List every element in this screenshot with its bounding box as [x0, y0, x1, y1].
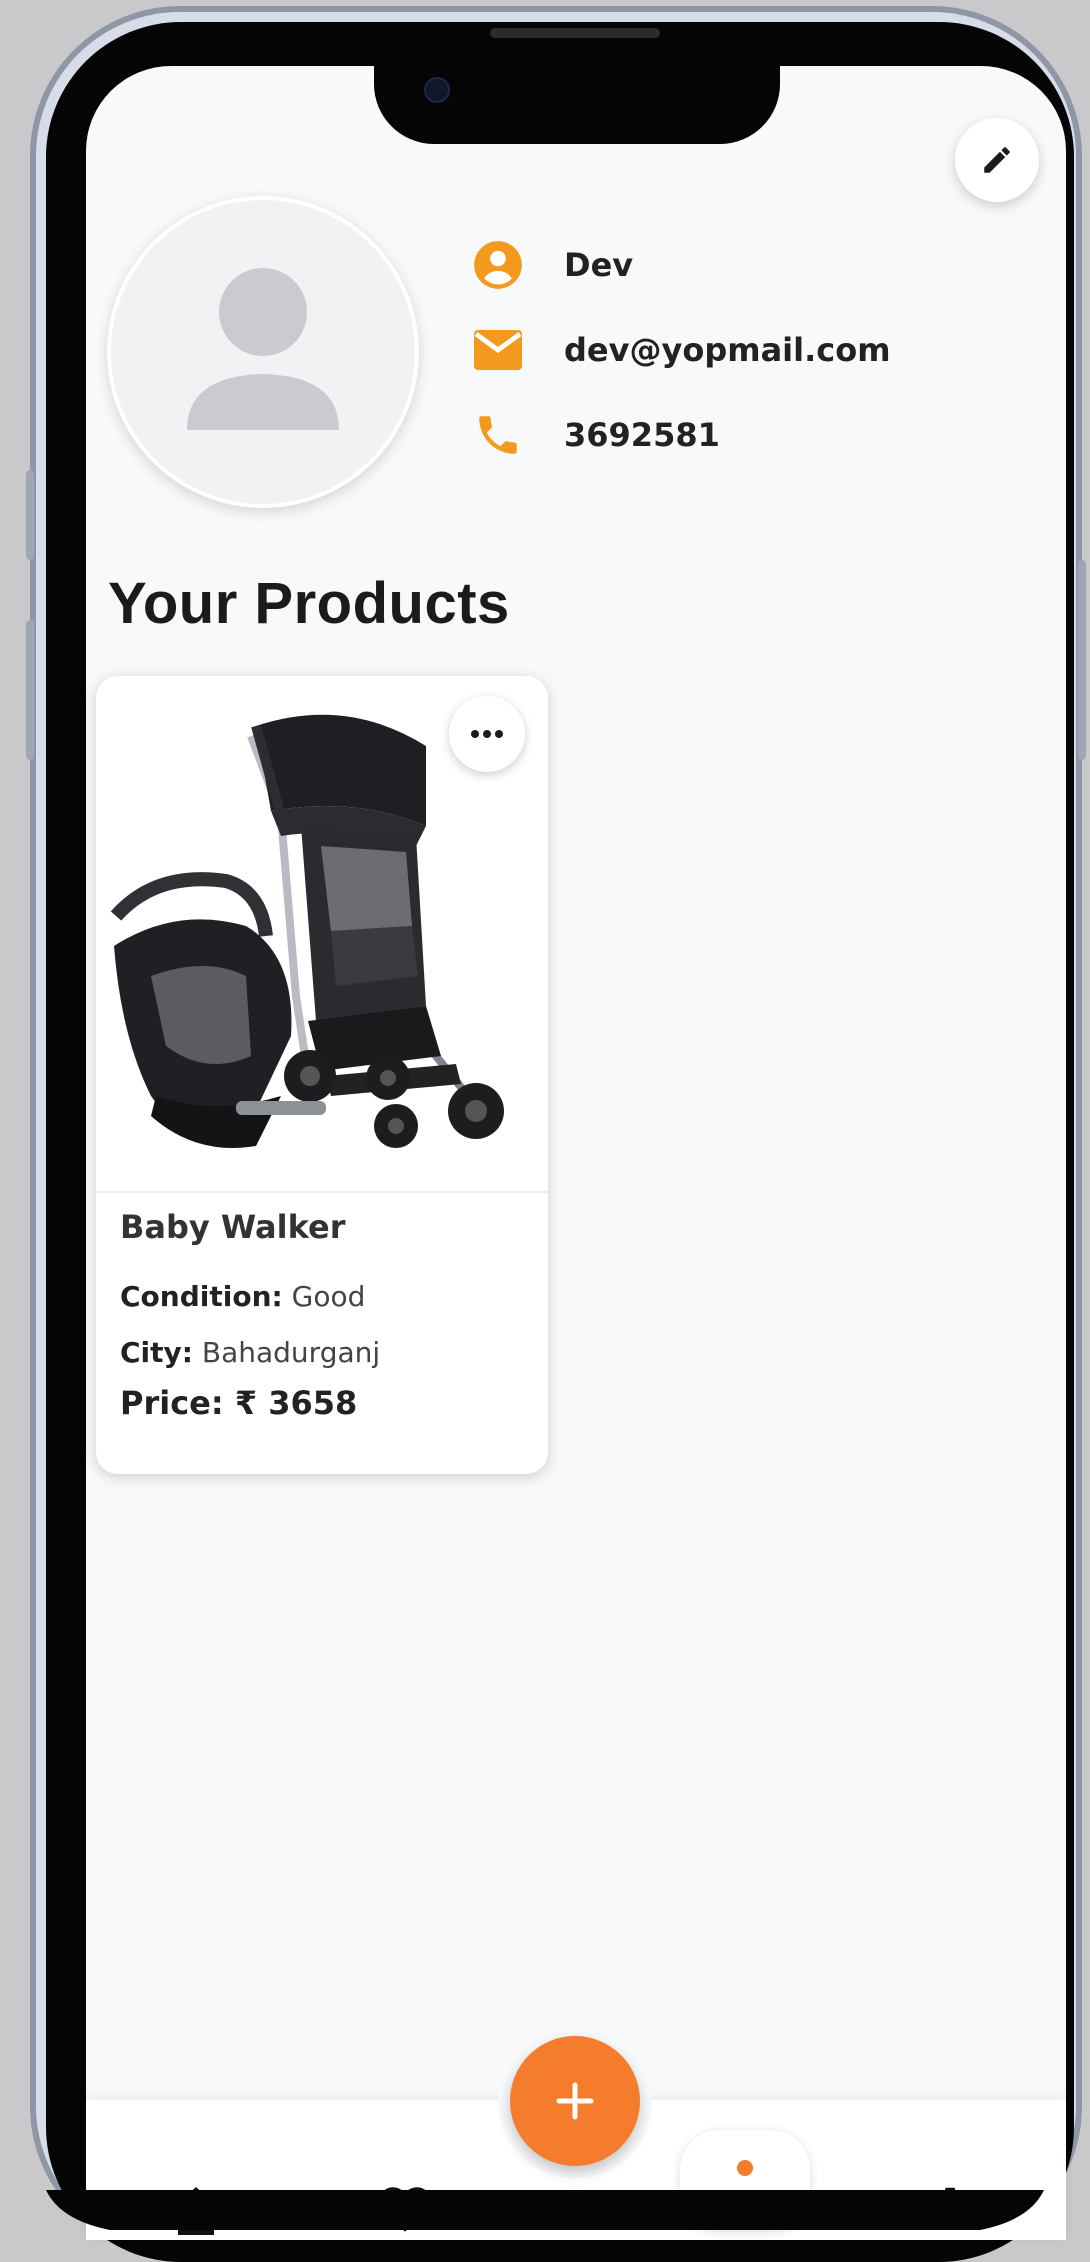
product-card[interactable]: Baby Walker Condition: Good City: Bahadu… — [96, 676, 548, 1474]
phone-bottom-bezel — [0, 2190, 1090, 2230]
profile-phone-row: 3692581 — [470, 405, 720, 465]
product-condition: Condition: Good — [120, 1280, 365, 1313]
edit-profile-button[interactable] — [955, 118, 1039, 202]
phone-side-button — [26, 470, 34, 560]
city-label: City: — [120, 1336, 193, 1369]
phone-side-button — [26, 620, 34, 760]
condition-value: Good — [291, 1280, 366, 1313]
speaker-grille — [490, 28, 660, 38]
product-title: Baby Walker — [120, 1208, 346, 1246]
avatar[interactable] — [107, 196, 419, 508]
price-value: ₹ 3658 — [234, 1384, 358, 1422]
profile-name-row: Dev — [470, 235, 633, 295]
profile-name: Dev — [564, 246, 634, 284]
section-title: Your Products — [108, 571, 510, 636]
account-circle-icon — [470, 237, 526, 293]
profile-phone: 3692581 — [564, 416, 720, 454]
product-city: City: Bahadurganj — [120, 1336, 380, 1369]
mail-icon — [470, 322, 526, 378]
more-options-button[interactable] — [449, 696, 525, 772]
pencil-icon — [984, 147, 1010, 173]
product-price: Price: ₹ 3658 — [120, 1384, 357, 1422]
phone-icon — [470, 407, 526, 463]
plus-icon — [556, 2082, 594, 2120]
profile-email: dev@yopmail.com — [564, 331, 891, 369]
front-camera — [424, 77, 450, 103]
person-placeholder-icon — [187, 268, 339, 430]
phone-side-button — [1078, 560, 1086, 760]
add-product-button[interactable] — [510, 2036, 640, 2166]
profile-email-row: dev@yopmail.com — [470, 320, 891, 380]
profile-dot-icon — [737, 2160, 753, 2176]
price-label: Price: — [120, 1384, 224, 1422]
city-value: Bahadurganj — [201, 1336, 381, 1369]
more-horizontal-icon — [471, 730, 503, 738]
condition-label: Condition: — [120, 1280, 283, 1313]
